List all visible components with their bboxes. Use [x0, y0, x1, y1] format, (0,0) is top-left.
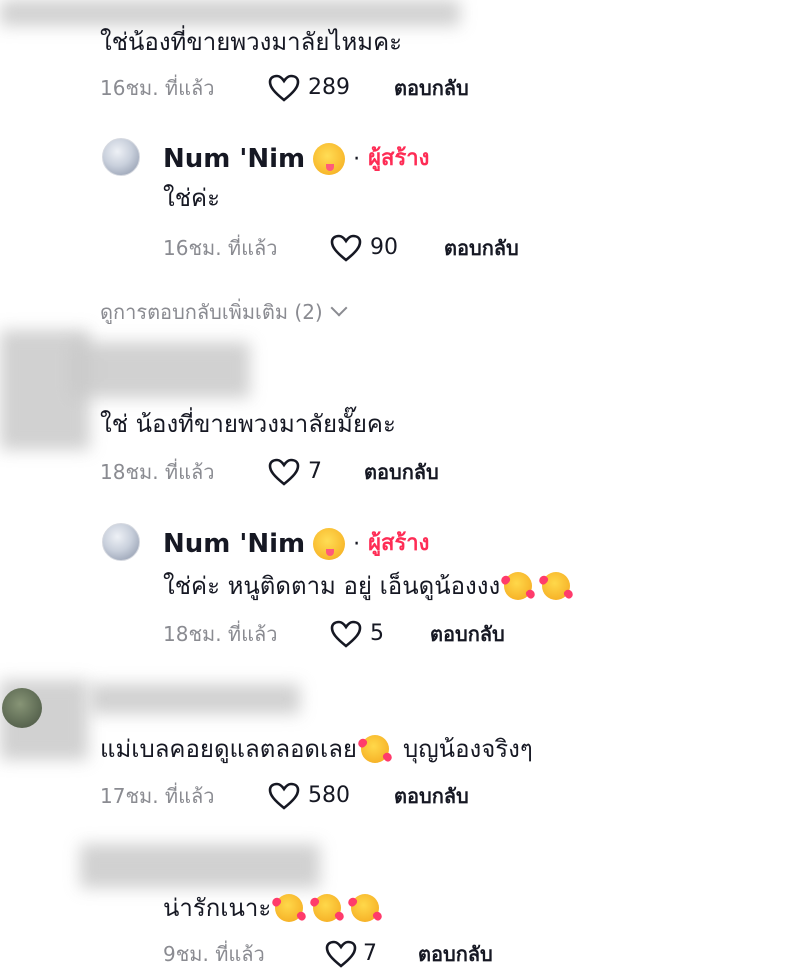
heart-icon[interactable] [268, 458, 300, 486]
creator-badge: ผู้สร้าง [368, 531, 430, 556]
reply-button[interactable]: ตอบกลับ [364, 462, 439, 482]
like-count: 289 [308, 75, 350, 100]
reply-time: 16ชม. ที่แล้ว [163, 236, 278, 260]
like-count: 5 [370, 621, 384, 646]
avatar[interactable] [102, 138, 140, 176]
view-more-replies-label: ดูการตอบกลับเพิ่มเติม (2) [100, 300, 323, 324]
reply-header: Num 'Nim · ผู้สร้าง [163, 143, 429, 175]
comment-time: 18ชม. ที่แล้ว [100, 460, 215, 484]
comment-text-continued: บุญน้องจริงๆ [403, 735, 533, 763]
separator-dot: · [353, 146, 361, 172]
like-count: 7 [363, 941, 377, 966]
reply-button[interactable]: ตอบกลับ [394, 78, 469, 98]
reply-text: ใช่ค่ะ [163, 184, 220, 212]
reply-button[interactable]: ตอบกลับ [430, 624, 505, 644]
reply-button[interactable]: ตอบกลับ [418, 944, 493, 964]
heart-icon[interactable] [325, 940, 357, 968]
blurred-username [80, 844, 320, 888]
view-more-replies-button[interactable]: ดูการตอบกลับเพิ่มเติม (2) [100, 299, 348, 324]
smiling-face-with-hearts-emoji [361, 735, 389, 763]
like-count: 580 [308, 783, 350, 808]
like-count: 90 [370, 235, 398, 260]
separator-dot: · [353, 531, 361, 557]
reply-text: ใช่ค่ะ หนูติดตาม อยู่ เอ็นดูน้องงง [163, 572, 501, 600]
reply-text: น่ารักเนาะ [163, 894, 272, 922]
heart-icon[interactable] [268, 74, 300, 102]
reply-button[interactable]: ตอบกลับ [444, 238, 519, 258]
comment-text: ใช่ น้องที่ขายพวงมาลัยมั๊ยคะ [100, 410, 396, 438]
winking-face-tongue-emoji [313, 528, 346, 560]
winking-face-tongue-emoji [313, 143, 346, 175]
creator-badge: ผู้สร้าง [368, 146, 430, 171]
username[interactable]: Num 'Nim [163, 531, 305, 557]
chevron-down-icon [330, 299, 348, 317]
username[interactable]: Num 'Nim [163, 146, 305, 172]
comment-text-row: แม่เบลคอยดูแลตลอดเลย บุญน้องจริงๆ [100, 735, 533, 763]
smiling-face-with-hearts-emoji [542, 572, 571, 600]
reply-text-row: น่ารักเนาะ [163, 894, 380, 922]
smiling-face-with-hearts-emoji [313, 894, 342, 922]
like-count: 7 [308, 459, 322, 484]
smiling-face-with-hearts-emoji [275, 894, 304, 922]
reply-button[interactable]: ตอบกลับ [394, 786, 469, 806]
blurred-username [0, 0, 460, 26]
avatar[interactable] [2, 688, 42, 728]
comment-time: 16ชม. ที่แล้ว [100, 76, 215, 100]
heart-icon[interactable] [330, 620, 362, 648]
reply-text-row: ใช่ค่ะ หนูติดตาม อยู่ เอ็นดูน้องงง [163, 572, 571, 600]
smiling-face-with-hearts-emoji [351, 894, 380, 922]
comment-text: ใช่น้องที่ขายพวงมาลัยไหมคะ [100, 28, 403, 56]
reply-time: 18ชม. ที่แล้ว [163, 622, 278, 646]
heart-icon[interactable] [330, 234, 362, 262]
reply-time: 9ชม. ที่แล้ว [163, 942, 265, 966]
blurred-username [70, 342, 250, 398]
comment-time: 17ชม. ที่แล้ว [100, 784, 215, 808]
blurred-username [90, 684, 300, 714]
comment-text: แม่เบลคอยดูแลตลอดเลย [100, 735, 357, 763]
heart-icon[interactable] [268, 782, 300, 810]
reply-header: Num 'Nim · ผู้สร้าง [163, 528, 429, 560]
smiling-face-with-hearts-emoji [504, 572, 533, 600]
avatar[interactable] [102, 523, 140, 561]
